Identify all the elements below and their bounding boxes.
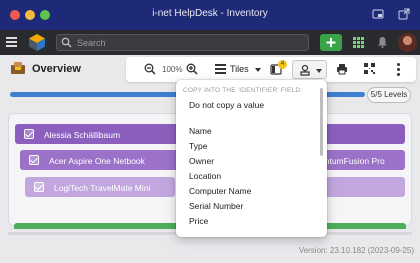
copy-identifier-dropdown[interactable] bbox=[292, 60, 327, 79]
menu-icon[interactable] bbox=[6, 37, 17, 47]
zoom-out-icon[interactable] bbox=[144, 63, 156, 75]
tile-checkbox[interactable] bbox=[34, 182, 44, 192]
tile-card[interactable]: LogiTech TravelMate Mini bbox=[25, 177, 175, 197]
print-icon[interactable] bbox=[336, 63, 348, 75]
picture-in-picture-icon[interactable] bbox=[372, 8, 384, 20]
tile-label: Alessia Schällibaum bbox=[44, 130, 121, 140]
app-toolbar bbox=[0, 30, 420, 55]
version-label: Version: 23.10.182 (2023-09-25) bbox=[298, 246, 414, 255]
zoom-level: 100% bbox=[162, 65, 183, 74]
overview-icon bbox=[11, 62, 25, 74]
tile-label: Acer Aspire One Netbook bbox=[49, 156, 145, 166]
window-title: i-net HelpDesk - Inventory bbox=[152, 8, 268, 19]
levels-badge[interactable]: 5/5 Levels bbox=[367, 87, 411, 103]
chevron-down-icon bbox=[316, 69, 322, 73]
menu-header: COPY INTO THE 'IDENTIFIER' FIELD: bbox=[183, 87, 303, 94]
external-window-icon[interactable] bbox=[398, 8, 410, 20]
menu-item-owner[interactable]: Owner bbox=[189, 156, 214, 166]
menu-item-type[interactable]: Type bbox=[189, 141, 207, 151]
apps-grid-icon[interactable] bbox=[353, 37, 364, 48]
tile-checkbox[interactable] bbox=[29, 155, 39, 165]
plus-icon bbox=[326, 38, 336, 47]
search-box[interactable] bbox=[56, 34, 309, 51]
chevron-down-icon bbox=[255, 68, 261, 72]
search-input[interactable] bbox=[77, 36, 297, 49]
inet-logo-icon[interactable] bbox=[28, 33, 46, 52]
tile-label-partial: antumFusion Pro bbox=[320, 156, 385, 166]
menu-item-location[interactable]: Location bbox=[189, 171, 221, 181]
copy-identifier-menu: COPY INTO THE 'IDENTIFIER' FIELD: Do not… bbox=[176, 80, 327, 237]
menu-item-do-not-copy[interactable]: Do not copy a value bbox=[189, 100, 264, 110]
more-options-icon[interactable] bbox=[397, 63, 401, 76]
window-titlebar: i-net HelpDesk - Inventory bbox=[0, 0, 420, 30]
menu-item-price[interactable]: Price bbox=[189, 216, 208, 226]
menu-item-name[interactable]: Name bbox=[189, 126, 212, 136]
add-button[interactable] bbox=[320, 34, 342, 51]
zoom-in-icon[interactable] bbox=[186, 63, 198, 75]
menu-scrollbar[interactable] bbox=[320, 88, 323, 156]
user-avatar[interactable] bbox=[398, 33, 417, 52]
tile-checkbox[interactable] bbox=[24, 129, 34, 139]
stamp-icon bbox=[300, 64, 310, 76]
page-title: Overview bbox=[32, 63, 81, 75]
search-icon bbox=[61, 37, 72, 48]
columns-badge: 4 bbox=[278, 60, 287, 69]
menu-item-computer-name[interactable]: Computer Name bbox=[189, 186, 251, 196]
view-toolbar: 100% Tiles 4 bbox=[126, 57, 416, 82]
tiles-icon bbox=[215, 64, 226, 74]
bell-icon[interactable] bbox=[377, 36, 388, 48]
view-mode-label: Tiles bbox=[230, 64, 249, 74]
menu-item-serial-number[interactable]: Serial Number bbox=[189, 201, 243, 211]
tile-label: LogiTech TravelMate Mini bbox=[54, 183, 151, 193]
qr-code-icon[interactable] bbox=[364, 63, 375, 74]
